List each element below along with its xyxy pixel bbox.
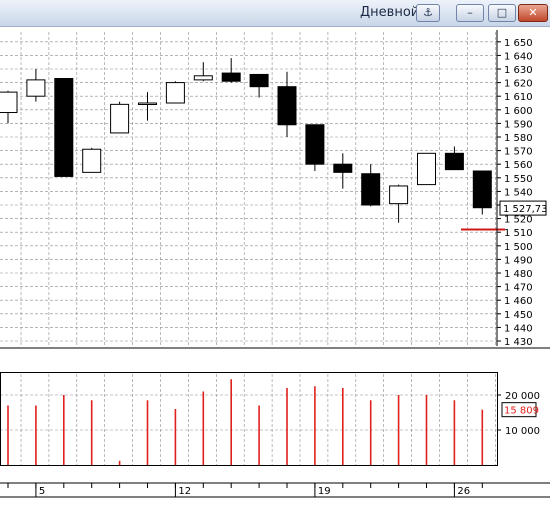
price-tick-label: 1 640 bbox=[504, 51, 533, 62]
price-tick-label: 1 630 bbox=[504, 65, 533, 76]
candle bbox=[444, 146, 464, 171]
date-tick-label: 26 bbox=[457, 486, 470, 497]
price-tick-label: 1 500 bbox=[504, 242, 533, 253]
current-price-label: 1 527,73 bbox=[503, 204, 548, 215]
volume-grid bbox=[0, 374, 497, 465]
candle-body bbox=[110, 103, 130, 134]
price-tick-label: 1 520 bbox=[504, 215, 533, 226]
candle bbox=[221, 58, 241, 83]
candle bbox=[277, 71, 297, 137]
maximize-button[interactable]: □ bbox=[488, 4, 516, 22]
candle bbox=[110, 101, 130, 134]
candle-body bbox=[389, 185, 409, 205]
candle-body bbox=[26, 79, 46, 97]
candle bbox=[0, 90, 18, 124]
maximize-icon: □ bbox=[496, 6, 508, 19]
candle-body bbox=[54, 78, 74, 177]
price-tick-label: 1 510 bbox=[504, 228, 533, 239]
price-tick-label: 1 540 bbox=[504, 187, 533, 198]
candle bbox=[333, 153, 353, 189]
volume-tick-label: 20 000 bbox=[505, 391, 540, 402]
candle-body bbox=[138, 102, 157, 105]
date-tick-label: 19 bbox=[318, 486, 331, 497]
chart-area[interactable]: 1 650 1 640 1 630 1 620 1 610 1 600 1 590 1 580… bbox=[0, 0, 550, 513]
price-tick-label: 1 430 bbox=[504, 337, 533, 348]
candle bbox=[472, 170, 492, 215]
price-tick-label: 1 450 bbox=[504, 310, 533, 321]
anchor-icon: ⚓ bbox=[423, 6, 433, 19]
anchor-button[interactable]: ⚓ bbox=[416, 4, 440, 22]
close-button[interactable]: ✕ bbox=[518, 4, 548, 22]
candle bbox=[193, 62, 213, 82]
current-volume-label: 15 809 bbox=[504, 406, 539, 417]
price-tick-label: 1 550 bbox=[504, 174, 533, 185]
candle-body bbox=[221, 72, 241, 82]
date-tick-label: 12 bbox=[178, 486, 191, 497]
volume-panel-border bbox=[0, 372, 498, 466]
date-tick-label: 5 bbox=[39, 486, 45, 497]
candle bbox=[26, 69, 46, 102]
candle bbox=[165, 81, 185, 104]
candle-body bbox=[417, 152, 436, 186]
candle-body bbox=[249, 73, 269, 88]
price-tick-label: 1 580 bbox=[504, 133, 533, 144]
candle bbox=[417, 152, 436, 186]
volume-markers: 15 809 bbox=[501, 402, 539, 418]
candle-body bbox=[444, 152, 464, 171]
minimize-button[interactable]: – bbox=[456, 4, 484, 22]
price-tick-label: 1 440 bbox=[504, 323, 533, 334]
price-tick-label: 1 590 bbox=[504, 119, 533, 130]
close-icon: ✕ bbox=[528, 6, 538, 19]
candle-body bbox=[333, 163, 353, 173]
candle-body bbox=[472, 170, 492, 209]
price-tick-label: 1 570 bbox=[504, 147, 533, 158]
price-tick-label: 1 490 bbox=[504, 255, 533, 266]
price-tick-label: 1 610 bbox=[504, 92, 533, 103]
volume-tick-label: 10 000 bbox=[505, 426, 540, 437]
candle-body bbox=[361, 173, 381, 206]
candle-body bbox=[165, 82, 185, 104]
candle bbox=[82, 147, 102, 173]
candle bbox=[249, 73, 269, 98]
window-title: Дневной bbox=[360, 5, 420, 20]
price-tick-label: 1 480 bbox=[504, 269, 533, 280]
price-tick-label: 1 600 bbox=[504, 106, 533, 117]
date-axis: 5 12 19 26 bbox=[7, 483, 483, 497]
candle bbox=[389, 184, 409, 223]
candle-body bbox=[82, 148, 102, 173]
candle-body bbox=[277, 86, 297, 126]
price-grid bbox=[0, 32, 497, 346]
price-axis: 1 650 1 640 1 630 1 620 1 610 1 600 1 590 1 580… bbox=[497, 38, 533, 348]
price-tick-label: 1 620 bbox=[504, 79, 533, 90]
volume-series bbox=[7, 379, 484, 465]
candle-body bbox=[0, 91, 18, 114]
price-tick-label: 1 460 bbox=[504, 296, 533, 307]
candle bbox=[305, 124, 325, 171]
price-tick-label: 1 650 bbox=[504, 38, 533, 49]
price-tick-label: 1 560 bbox=[504, 160, 533, 171]
candle-body bbox=[305, 124, 325, 165]
minimize-icon: – bbox=[467, 6, 473, 19]
window-titlebar: Дневной ⚓ – □ ✕ bbox=[0, 0, 550, 27]
candle bbox=[361, 164, 381, 207]
candle-body bbox=[193, 75, 213, 81]
price-tick-label: 1 470 bbox=[504, 283, 533, 294]
candle bbox=[54, 78, 74, 177]
